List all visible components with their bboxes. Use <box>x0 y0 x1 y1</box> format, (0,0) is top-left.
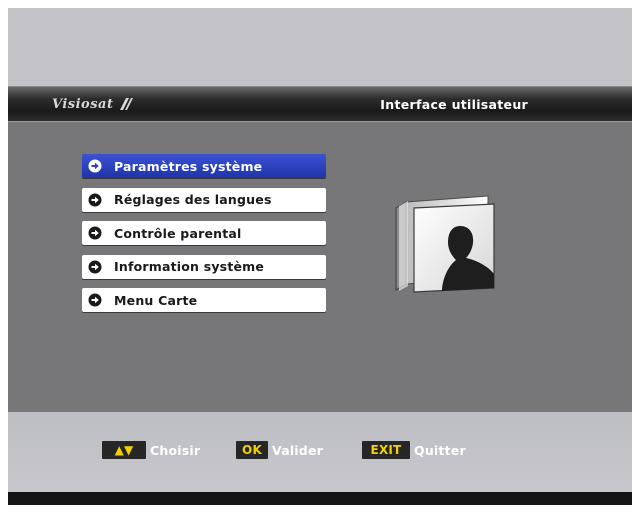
menu-item-label: Menu Carte <box>114 292 198 308</box>
arrow-circle-icon <box>88 193 102 206</box>
hint-label-quitter: Quitter <box>414 442 466 458</box>
menu-item-label: Contrôle parental <box>114 225 242 241</box>
page-title: Interface utilisateur <box>380 97 528 112</box>
menu-item-label: Paramètres système <box>114 158 263 174</box>
key-exit-text: EXIT <box>370 443 402 457</box>
brand-logo: Visiosat <box>52 93 134 115</box>
up-down-arrows-icon: ▲▼ <box>114 443 134 457</box>
key-up-down: ▲▼ <box>102 441 146 459</box>
menu-item-label: Information système <box>114 259 265 274</box>
arrow-circle-icon <box>88 159 102 173</box>
header-bar: Visiosat Interface utilisateur <box>8 86 632 122</box>
arrow-circle-icon <box>88 226 102 240</box>
hint-label-valider: Valider <box>272 442 323 458</box>
hint-choisir: ▲▼ Choisir <box>102 440 200 460</box>
key-exit: EXIT <box>362 441 410 459</box>
top-band <box>8 8 632 86</box>
menu-item-reglages-des-langues[interactable]: Réglages des langues <box>82 187 326 212</box>
key-ok-text: OK <box>242 443 262 457</box>
arrow-circle-icon <box>88 293 102 307</box>
logo-stripes-icon <box>120 98 134 110</box>
arrow-circle-icon <box>88 260 102 273</box>
logo-text: Visiosat <box>52 96 114 112</box>
tv-screen: Visiosat Interface utilisateur Paramètre… <box>8 8 632 505</box>
menu-item-label: Réglages des langues <box>114 192 272 207</box>
menu-item-menu-carte[interactable]: Menu Carte <box>82 288 326 312</box>
menu-item-information-systeme[interactable]: Information système <box>82 254 326 279</box>
user-profile-icon <box>395 195 495 293</box>
hint-quitter: EXIT Quitter <box>362 440 466 460</box>
key-ok: OK <box>236 441 268 459</box>
settings-menu: Paramètres système Réglages des langues … <box>82 154 326 322</box>
menu-item-parametres-systeme[interactable]: Paramètres système <box>82 154 326 178</box>
menu-item-controle-parental[interactable]: Contrôle parental <box>82 221 326 245</box>
footer-hints-bar: ▲▼ Choisir OK Valider EXIT Quitter <box>8 412 632 492</box>
hint-valider: OK Valider <box>236 440 323 460</box>
hint-label-choisir: Choisir <box>150 442 201 458</box>
main-panel: Paramètres système Réglages des langues … <box>8 122 632 412</box>
